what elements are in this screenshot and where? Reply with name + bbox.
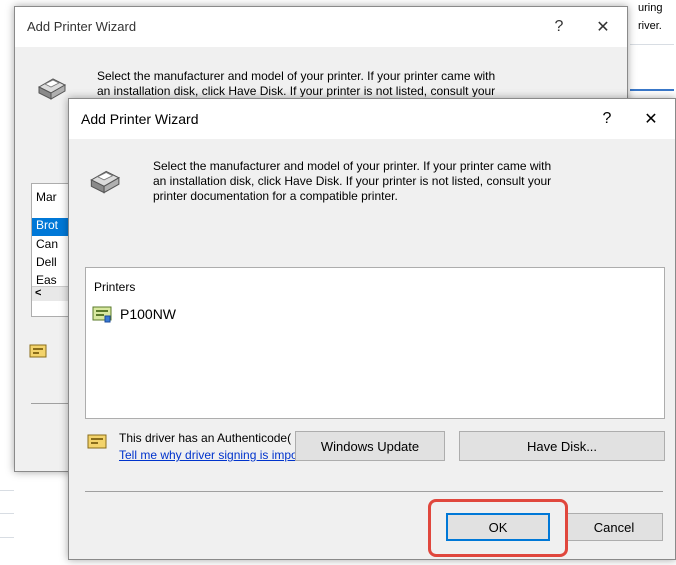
back-instruction-line: an installation disk, click Have Disk. I…	[97, 84, 496, 97]
manufacturer-item[interactable]: Can	[36, 237, 58, 251]
have-disk-button[interactable]: Have Disk...	[459, 431, 665, 461]
printer-item[interactable]: P100NW	[92, 304, 176, 324]
back-help-button[interactable]: ?	[539, 13, 579, 41]
certificate-icon	[29, 343, 47, 364]
printer-icon	[33, 73, 67, 103]
windows-update-button[interactable]: Windows Update	[295, 431, 445, 461]
back-instruction-text: Select the manufacturer and model of you…	[97, 69, 617, 97]
front-instruction-line: an installation disk, click Have Disk. I…	[153, 174, 552, 188]
cancel-button[interactable]: Cancel	[565, 513, 663, 541]
background-divider	[0, 513, 14, 514]
front-instruction-line: Select the manufacturer and model of you…	[153, 159, 552, 173]
front-dialog-title: Add Printer Wizard	[81, 111, 199, 127]
background-panel	[630, 44, 674, 91]
printer-item-label: P100NW	[120, 306, 177, 322]
front-dialog-titlebar: Add Printer Wizard ? ✕	[69, 99, 675, 139]
front-close-button[interactable]: ✕	[631, 105, 671, 133]
certificate-icon	[87, 433, 107, 454]
back-close-button[interactable]: ✕	[583, 13, 623, 41]
back-dialog-title: Add Printer Wizard	[27, 19, 137, 34]
printer-icon	[85, 165, 121, 197]
scroll-left-arrow[interactable]: <	[35, 287, 41, 299]
printers-header: Printers	[94, 280, 136, 294]
driver-note: This driver has an Authenticode(tm) sigr	[119, 431, 291, 445]
ok-highlight-annotation	[428, 499, 568, 557]
front-help-button[interactable]: ?	[587, 105, 627, 133]
back-instruction-line: Select the manufacturer and model of you…	[97, 69, 496, 83]
printers-list[interactable]: Printers P100NW	[85, 267, 665, 419]
background-text-1: uring	[638, 2, 663, 14]
background-text-2: river.	[638, 20, 662, 32]
manufacturer-item[interactable]: Dell	[36, 255, 57, 269]
front-dialog: Add Printer Wizard ? ✕ Select the manufa…	[68, 98, 676, 560]
background-divider	[0, 490, 14, 491]
front-separator	[85, 491, 663, 492]
manufacturer-item[interactable]: Eas	[36, 273, 57, 285]
front-instruction-line: printer documentation for a compatible p…	[153, 189, 398, 203]
background-divider	[0, 537, 14, 538]
front-instruction-text: Select the manufacturer and model of you…	[153, 159, 667, 204]
manufacturer-header: Mar	[36, 190, 57, 204]
back-dialog-titlebar: Add Printer Wizard ? ✕	[15, 7, 627, 47]
driver-signing-link[interactable]: Tell me why driver signing is important	[119, 448, 322, 462]
printer-model-icon	[92, 305, 112, 323]
